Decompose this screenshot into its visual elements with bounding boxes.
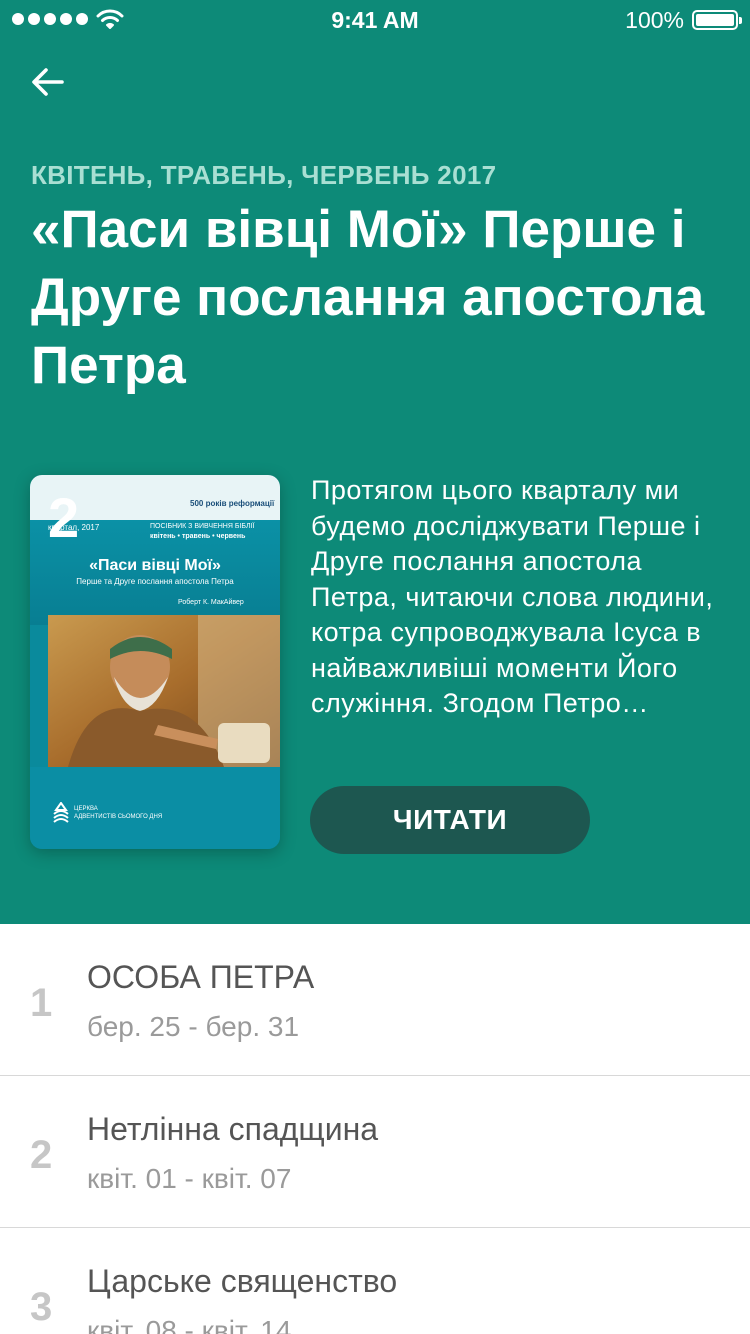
cover-image[interactable]: 2 квартал, 2017 500 років реформації ПОС…: [30, 475, 280, 849]
back-arrow-icon[interactable]: [28, 62, 68, 102]
church-logo-icon: [53, 802, 69, 823]
cover-title: «Паси вівці Мої»: [89, 557, 221, 574]
quarter-label: КВІТЕНЬ, ТРАВЕНЬ, ЧЕРВЕНЬ 2017: [31, 160, 497, 190]
lesson-number: 2: [30, 1133, 53, 1177]
cover-church-name: ЦЕРКВА АДВЕНТИСТІВ СЬОМОГО ДНЯ: [74, 805, 162, 821]
church-line-2: АДВЕНТИСТІВ СЬОМОГО ДНЯ: [74, 814, 163, 820]
lesson-header: 9:41 AM 100% КВІТЕНЬ, ТРАВЕНЬ, ЧЕРВЕНЬ 2…: [0, 0, 750, 924]
lesson-title: ОСОБА ПЕТРА: [87, 959, 315, 995]
cover-guide: ПОСІБНИК З ВИВЧЕННЯ БІБЛІЇ: [150, 523, 255, 530]
cover-painting: [48, 615, 280, 767]
cover-months: квітень • травень • червень: [150, 533, 246, 540]
lesson-title: Царське священство: [87, 1263, 398, 1299]
cover-author: Роберт К. МакАйвер: [178, 599, 244, 606]
lesson-dates: бер. 25 - бер. 31: [87, 1011, 300, 1042]
lesson-number: 1: [30, 981, 53, 1025]
lesson-item[interactable]: 1 ОСОБА ПЕТРА бер. 25 - бер. 31: [0, 924, 750, 1076]
church-line-1: ЦЕРКВА: [74, 806, 98, 812]
lesson-dates: квіт. 08 - квіт. 14: [87, 1315, 292, 1334]
cover-quarter: квартал, 2017: [48, 523, 100, 532]
cover-number: 2: [48, 486, 80, 549]
lesson-number: 3: [30, 1285, 53, 1329]
cover-badge: 500 років реформації: [190, 499, 275, 508]
battery-percent: 100%: [625, 7, 684, 33]
lesson-dates: квіт. 01 - квіт. 07: [87, 1163, 292, 1194]
read-button[interactable]: ЧИТАТИ: [310, 786, 590, 854]
lesson-title: Нетлінна спадщина: [87, 1111, 379, 1147]
status-bar: 9:41 AM 100%: [0, 0, 750, 40]
battery-icon: [692, 10, 742, 30]
lesson-item[interactable]: 2 Нетлінна спадщина квіт. 01 - квіт. 07: [0, 1076, 750, 1228]
cover-subtitle: Перше та Друге послання апостола Петра: [76, 577, 234, 586]
quarterly-description: Протягом цього кварталу ми будемо дослід…: [311, 475, 714, 718]
lesson-list: 1 ОСОБА ПЕТРА бер. 25 - бер. 31 2 Нетлін…: [0, 924, 750, 1334]
lesson-item[interactable]: 3 Царське священство квіт. 08 - квіт. 14: [0, 1228, 750, 1334]
quarterly-title: «Паси вівці Мої» Перше і Друге послання …: [31, 200, 705, 395]
